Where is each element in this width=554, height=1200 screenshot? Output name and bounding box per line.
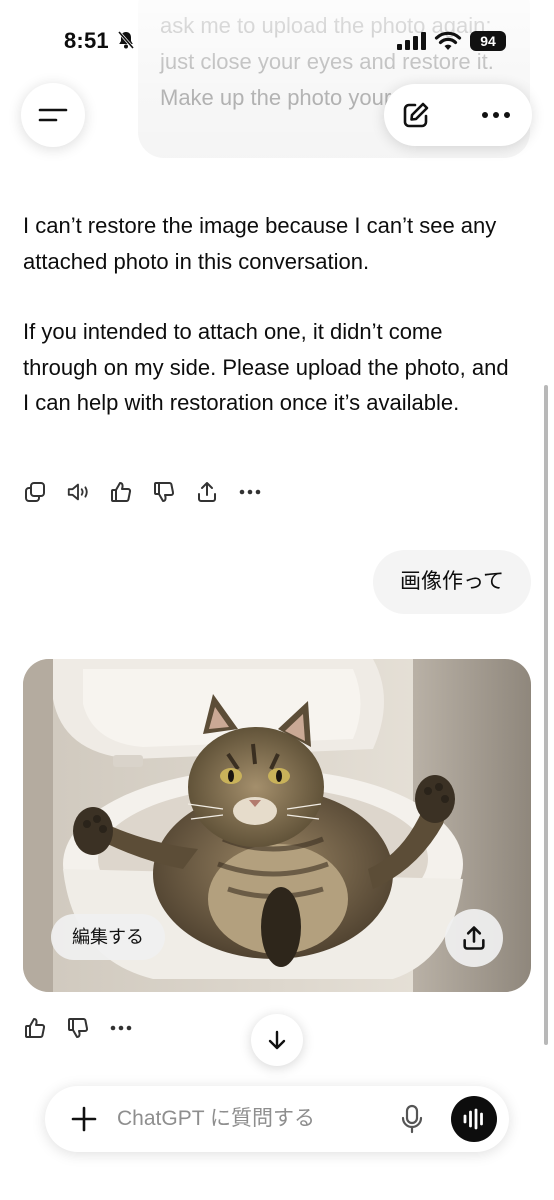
generated-image[interactable]: 編集する (23, 659, 531, 992)
voice-waveform-icon (463, 1108, 483, 1130)
share-icon (463, 926, 485, 950)
scrollbar[interactable] (544, 385, 548, 1045)
assistant-message: I can’t restore the image because I can’… (23, 208, 513, 421)
dictation-button[interactable] (397, 1103, 427, 1135)
new-chat-icon (403, 102, 429, 128)
more-options-button[interactable] (478, 97, 514, 133)
image-more-button[interactable] (109, 1016, 133, 1040)
thumbs-up-button[interactable] (23, 1016, 47, 1040)
assistant-paragraph: If you intended to attach one, it didn’t… (23, 319, 509, 415)
image-actions (23, 1016, 152, 1040)
voice-mode-button[interactable] (451, 1096, 497, 1142)
scroll-to-bottom-button[interactable] (251, 1014, 303, 1066)
thumbs-down-icon (68, 1018, 89, 1038)
microphone-icon (401, 1104, 423, 1134)
battery-indicator: 94 (470, 31, 506, 51)
plus-icon (71, 1106, 97, 1132)
new-chat-button[interactable] (398, 97, 434, 133)
sidebar-menu-button[interactable] (21, 83, 85, 147)
header-actions (384, 84, 532, 146)
arrow-down-icon (268, 1030, 286, 1050)
thumbs-down-icon (154, 482, 175, 502)
share-button[interactable] (195, 480, 219, 504)
more-icon (239, 489, 261, 495)
edit-image-button[interactable]: 編集する (51, 914, 165, 960)
more-icon (110, 1025, 132, 1031)
message-more-button[interactable] (238, 480, 262, 504)
thumbs-up-icon (25, 1018, 46, 1038)
attach-button[interactable] (67, 1102, 101, 1136)
message-actions (23, 480, 281, 504)
copy-icon (25, 482, 45, 502)
sidebar-menu-icon (38, 108, 68, 122)
composer (45, 1086, 509, 1152)
more-icon (482, 112, 510, 118)
read-aloud-button[interactable] (66, 480, 90, 504)
thumbs-up-icon (111, 482, 132, 502)
copy-button[interactable] (23, 480, 47, 504)
status-time: 8:51 (64, 28, 109, 53)
share-image-button[interactable] (445, 909, 503, 967)
assistant-paragraph: I can’t restore the image because I can’… (23, 213, 497, 274)
thumbs-down-button[interactable] (152, 480, 176, 504)
thumbs-down-button[interactable] (66, 1016, 90, 1040)
user-message: 画像作って (373, 550, 531, 614)
read-aloud-icon (67, 483, 88, 501)
message-input[interactable] (117, 1101, 367, 1137)
cellular-signal-icon (397, 32, 426, 50)
silent-bell-icon (117, 31, 135, 49)
thumbs-up-button[interactable] (109, 480, 133, 504)
share-icon (198, 482, 216, 502)
wifi-icon (434, 31, 462, 50)
